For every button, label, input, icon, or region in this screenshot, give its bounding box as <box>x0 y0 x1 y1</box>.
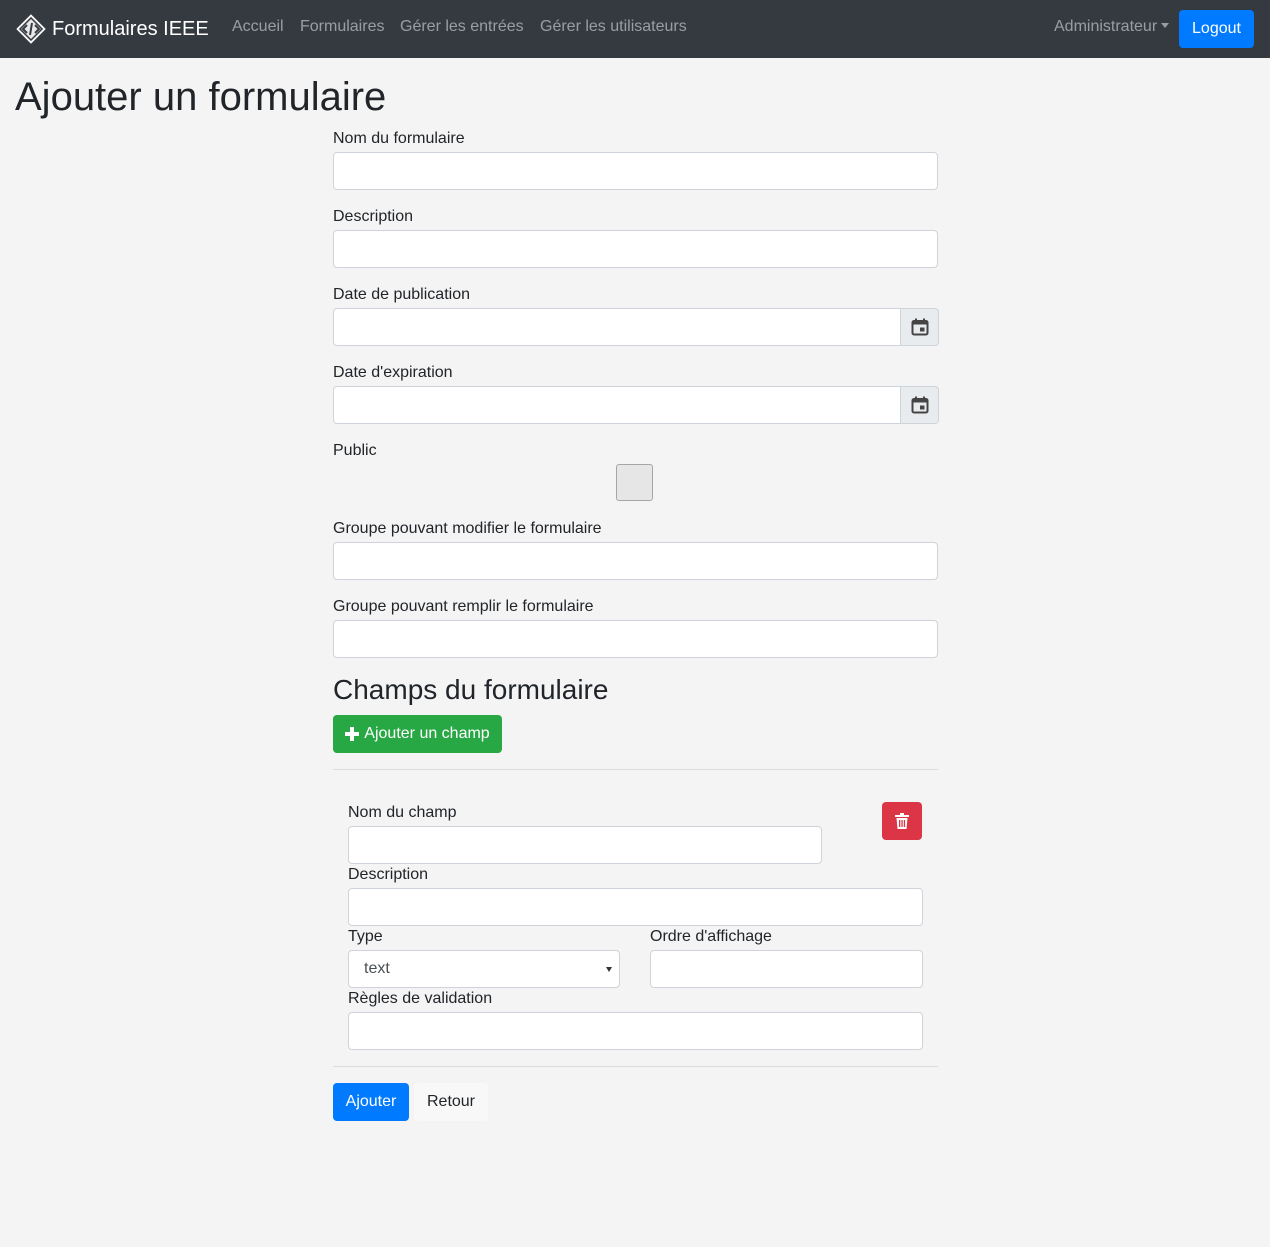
field-type-label: Type <box>348 928 383 945</box>
calendar-icon <box>911 318 928 336</box>
divider <box>333 1066 938 1067</box>
chevron-down-icon <box>606 967 612 972</box>
field-name-input[interactable] <box>348 826 822 864</box>
fill-group-input[interactable] <box>333 620 938 658</box>
form-name-input[interactable] <box>333 152 938 190</box>
nav-link-accueil[interactable]: Accueil <box>232 18 284 36</box>
edit-group-label: Groupe pouvant modifier le formulaire <box>333 520 602 537</box>
form-description-input[interactable] <box>333 230 938 268</box>
fill-group-label: Groupe pouvant remplir le formulaire <box>333 598 594 615</box>
field-name-label: Nom du champ <box>348 804 457 821</box>
submit-button[interactable]: Ajouter <box>333 1083 409 1121</box>
public-checkbox[interactable] <box>616 464 653 501</box>
nav-link-formulaires[interactable]: Formulaires <box>300 18 384 36</box>
back-button[interactable]: Retour <box>414 1083 488 1121</box>
divider <box>333 769 938 770</box>
nav-link-gerer-utilisateurs[interactable]: Gérer les utilisateurs <box>540 18 687 36</box>
fields-section-title: Champs du formulaire <box>333 674 609 705</box>
form-name-label: Nom du formulaire <box>333 130 465 147</box>
expiry-date-input[interactable] <box>333 386 901 424</box>
field-validation-input[interactable] <box>348 1012 923 1050</box>
field-type-value: text <box>364 960 390 977</box>
brand[interactable]: Formulaires IEEE <box>16 14 209 44</box>
field-order-label: Ordre d'affichage <box>650 928 772 945</box>
public-label: Public <box>333 442 377 459</box>
add-field-label: Ajouter un champ <box>364 725 490 742</box>
brand-logo-icon <box>16 14 46 44</box>
user-menu-label: Administrateur <box>1054 18 1158 35</box>
field-description-input[interactable] <box>348 888 923 926</box>
chevron-down-icon <box>1161 23 1170 28</box>
publish-date-label: Date de publication <box>333 286 470 303</box>
publish-date-input[interactable] <box>333 308 901 346</box>
add-field-button[interactable]: Ajouter un champ <box>333 715 502 753</box>
publish-date-picker-button[interactable] <box>901 308 939 346</box>
field-validation-label: Règles de validation <box>348 990 493 1007</box>
nav-link-gerer-entrees[interactable]: Gérer les entrées <box>400 18 524 36</box>
edit-group-input[interactable] <box>333 542 938 580</box>
form-description-label: Description <box>333 208 414 225</box>
plus-icon <box>345 727 360 741</box>
trash-icon <box>895 813 909 829</box>
calendar-icon <box>911 396 928 414</box>
field-order-input[interactable] <box>650 950 923 988</box>
user-menu-dropdown[interactable]: Administrateur <box>1054 18 1170 36</box>
brand-name: Formulaires IEEE <box>52 17 209 40</box>
page-title: Ajouter un formulaire <box>15 75 387 119</box>
expiry-date-label: Date d'expiration <box>333 364 453 381</box>
navbar: Formulaires IEEE Accueil Formulaires Gér… <box>0 0 1270 58</box>
logout-button[interactable]: Logout <box>1179 10 1254 48</box>
field-type-select[interactable]: text <box>348 950 620 988</box>
field-description-label: Description <box>348 866 429 883</box>
expiry-date-picker-button[interactable] <box>901 386 939 424</box>
delete-field-button[interactable] <box>882 802 922 840</box>
